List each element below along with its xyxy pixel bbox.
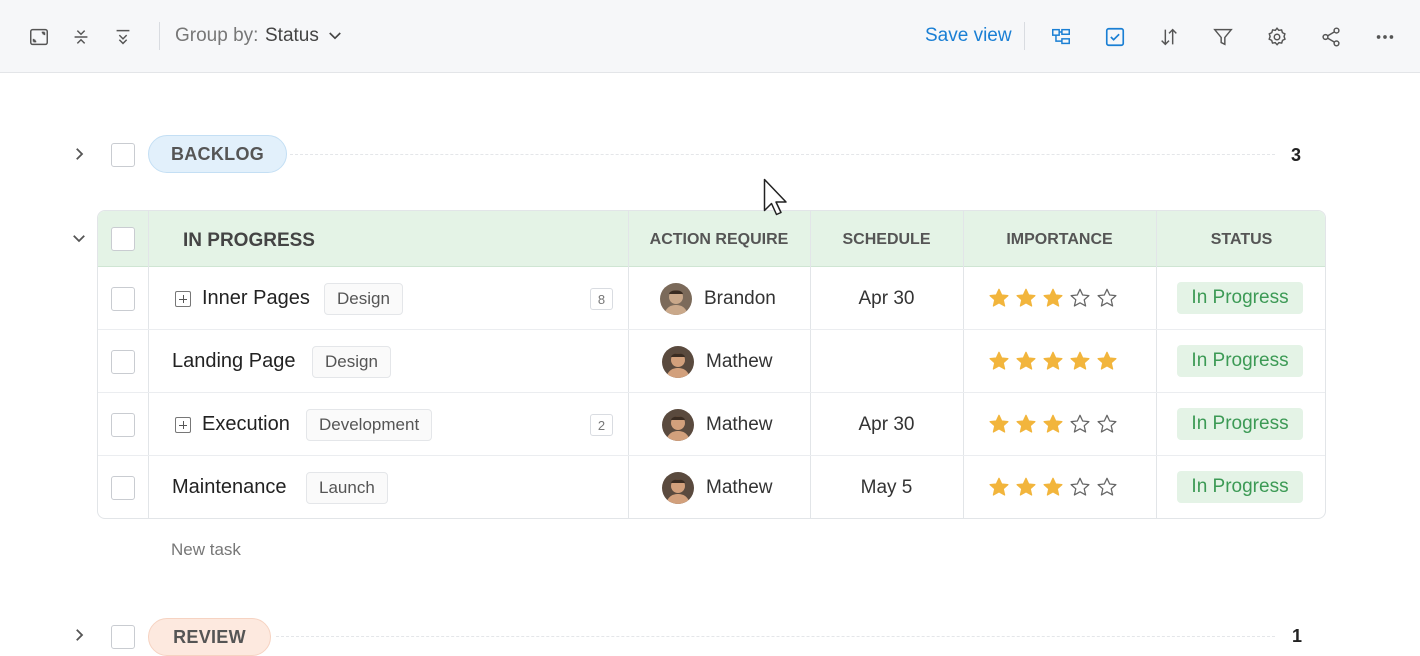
header-checkbox[interactable] — [111, 227, 135, 251]
table-row[interactable]: Maintenance Launch Mathew May 5 In Progress — [98, 456, 1325, 518]
row-checkbox[interactable] — [111, 476, 135, 500]
star-filled-icon[interactable] — [1069, 350, 1091, 372]
star-filled-icon[interactable] — [988, 413, 1010, 435]
filter-icon[interactable] — [1209, 23, 1237, 51]
star-empty-icon[interactable] — [1096, 287, 1118, 309]
toolbar-divider — [1024, 22, 1025, 50]
star-empty-icon[interactable] — [1069, 476, 1091, 498]
toolbar: Group by: Status Save view — [0, 0, 1420, 73]
chevron-down-icon[interactable] — [326, 27, 344, 45]
expand-subtasks-icon[interactable] — [175, 417, 191, 433]
chevron-right-icon[interactable] — [70, 145, 88, 163]
subtask-count: 8 — [590, 288, 613, 310]
column-header-status[interactable]: STATUS — [1156, 231, 1325, 249]
star-empty-icon[interactable] — [1069, 287, 1091, 309]
group-checkbox-backlog[interactable] — [111, 143, 135, 167]
group-label: BACKLOG — [170, 143, 265, 164]
star-filled-icon[interactable] — [988, 350, 1010, 372]
star-filled-icon[interactable] — [1015, 287, 1037, 309]
importance-rating[interactable] — [988, 350, 1118, 372]
column-header-action[interactable]: ACTION REQUIRE — [628, 231, 810, 249]
assignee-name: Mathew — [706, 414, 773, 435]
table-header: IN PROGRESS ACTION REQUIRE SCHEDULE IMPO… — [98, 211, 1325, 267]
chevron-down-icon[interactable] — [70, 229, 88, 247]
schedule-date[interactable]: Apr 30 — [810, 288, 963, 310]
star-filled-icon[interactable] — [988, 476, 1010, 498]
importance-rating[interactable] — [988, 476, 1118, 498]
group-count: 1 — [1292, 626, 1303, 646]
star-empty-icon[interactable] — [1096, 476, 1118, 498]
task-name[interactable]: Landing Page — [172, 350, 295, 373]
avatar[interactable] — [662, 472, 694, 504]
expand-icon[interactable] — [25, 23, 53, 51]
toolbar-divider — [159, 22, 160, 50]
divider — [276, 636, 1275, 637]
task-table: IN PROGRESS ACTION REQUIRE SCHEDULE IMPO… — [97, 210, 1326, 519]
settings-icon[interactable] — [1263, 23, 1291, 51]
table-row[interactable]: Landing Page Design Mathew In Progress — [98, 330, 1325, 393]
assignee-name: Brandon — [704, 288, 776, 309]
row-checkbox[interactable] — [111, 350, 135, 374]
task-name[interactable]: Execution — [202, 413, 290, 436]
schedule-date[interactable]: Apr 30 — [810, 414, 963, 436]
mouse-cursor-icon — [763, 178, 787, 216]
task-tag[interactable]: Design — [312, 346, 391, 378]
star-filled-icon[interactable] — [1015, 350, 1037, 372]
group-by-label: Group by: — [175, 25, 259, 46]
star-filled-icon[interactable] — [1015, 476, 1037, 498]
table-row[interactable]: Inner Pages Design 8 Brandon Apr 30 In Progre… — [98, 267, 1325, 330]
schedule-date[interactable]: May 5 — [810, 477, 963, 499]
avatar[interactable] — [662, 409, 694, 441]
row-checkbox[interactable] — [111, 413, 135, 437]
group-by-value[interactable]: Status — [265, 25, 319, 47]
avatar[interactable] — [660, 283, 692, 315]
star-filled-icon[interactable] — [1042, 350, 1064, 372]
task-tag[interactable]: Development — [306, 409, 433, 441]
hierarchy-icon[interactable] — [1047, 23, 1075, 51]
column-header-importance[interactable]: IMPORTANCE — [963, 231, 1156, 249]
star-filled-icon[interactable] — [1042, 476, 1064, 498]
star-filled-icon[interactable] — [1015, 413, 1037, 435]
task-tag[interactable]: Launch — [306, 472, 388, 504]
group-label: REVIEW — [173, 626, 246, 647]
group-pill-backlog[interactable]: BACKLOG — [148, 135, 287, 173]
task-name[interactable]: Maintenance — [172, 476, 287, 499]
share-icon[interactable] — [1317, 23, 1345, 51]
star-filled-icon[interactable] — [1042, 413, 1064, 435]
status-badge[interactable]: In Progress — [1177, 471, 1303, 503]
more-icon[interactable] — [1371, 23, 1399, 51]
star-empty-icon[interactable] — [1096, 413, 1118, 435]
star-filled-icon[interactable] — [1096, 350, 1118, 372]
avatar[interactable] — [662, 346, 694, 378]
column-header-schedule[interactable]: SCHEDULE — [810, 231, 963, 249]
star-empty-icon[interactable] — [1069, 413, 1091, 435]
group-label-in-progress: IN PROGRESS — [183, 230, 315, 251]
status-badge[interactable]: In Progress — [1177, 345, 1303, 377]
star-filled-icon[interactable] — [1042, 287, 1064, 309]
status-badge[interactable]: In Progress — [1177, 408, 1303, 440]
assignee-name: Mathew — [706, 477, 773, 498]
new-task-button[interactable]: New task — [171, 540, 241, 560]
subtask-count: 2 — [590, 414, 613, 436]
checklist-icon[interactable] — [1101, 23, 1129, 51]
importance-rating[interactable] — [988, 413, 1118, 435]
table-row[interactable]: Execution Development 2 Mathew Apr 30 In Prog… — [98, 393, 1325, 456]
sort-icon[interactable] — [1155, 23, 1183, 51]
save-view-button[interactable]: Save view — [925, 25, 1012, 47]
task-tag[interactable]: Design — [324, 283, 403, 315]
expand-subtasks-icon[interactable] — [175, 291, 191, 307]
group-pill-review[interactable]: REVIEW — [148, 618, 271, 656]
star-filled-icon[interactable] — [988, 287, 1010, 309]
collapse-all-icon[interactable] — [109, 23, 137, 51]
row-checkbox[interactable] — [111, 287, 135, 311]
collapse-rows-icon[interactable] — [67, 23, 95, 51]
group-count: 3 — [1291, 145, 1302, 165]
importance-rating[interactable] — [988, 287, 1118, 309]
status-badge[interactable]: In Progress — [1177, 282, 1303, 314]
group-checkbox-review[interactable] — [111, 625, 135, 649]
assignee-name: Mathew — [706, 351, 773, 372]
divider — [290, 154, 1275, 155]
chevron-right-icon[interactable] — [70, 626, 88, 644]
task-name[interactable]: Inner Pages — [202, 287, 310, 310]
